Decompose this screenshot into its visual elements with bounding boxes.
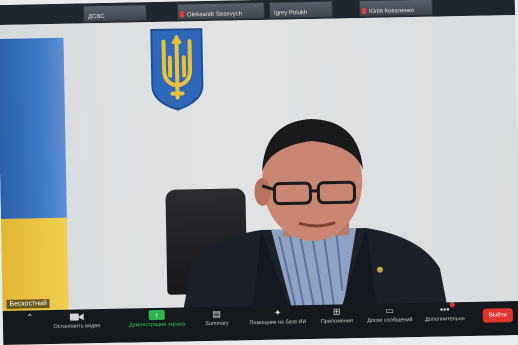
mute-button[interactable]: ⌃: [15, 312, 45, 325]
apps-label: Приложения: [320, 318, 354, 325]
whiteboards-button[interactable]: ▭ Доски сообщений: [363, 305, 417, 324]
share-screen-label: Демонстрация экрана: [128, 321, 186, 329]
share-screen-button[interactable]: ↑ Демонстрация экрана: [121, 309, 193, 329]
more-button[interactable]: ••• Дополнительно: [421, 302, 469, 323]
sparkle-icon: ✦: [273, 307, 282, 318]
notification-dot: [449, 302, 455, 308]
active-speaker-video[interactable]: Бескостний: [0, 15, 518, 313]
speaker-name-label: Бескостний: [6, 299, 51, 309]
leave-button[interactable]: Выйти: [482, 308, 513, 323]
mute-label: [15, 324, 45, 325]
ai-companion-button[interactable]: ✦ Помощник на базе ИИ: [247, 307, 309, 327]
stop-video-label: Остановить видео: [53, 323, 101, 330]
participant-name: Oleksandr Sesevych: [186, 11, 243, 19]
ukraine-flag: [0, 37, 69, 313]
summary-button[interactable]: ▤ Summary: [199, 308, 235, 327]
flag-blue-stripe: [0, 37, 67, 219]
apps-button[interactable]: ⊞ Приложения: [315, 306, 359, 325]
muted-mic-icon: [179, 11, 185, 18]
participant-name: ДСВС: [87, 13, 105, 21]
participant-thumbnail[interactable]: Igrey Polukh: [268, 0, 334, 19]
chevron-up-icon: ⌃: [25, 312, 34, 323]
share-screen-icon: ↑: [148, 309, 165, 321]
zoom-meeting-window: ДСВС Oleksandr Sesevych Igrey Polukh Юлі…: [0, 0, 518, 345]
more-label: Дополнительно: [425, 316, 465, 323]
video-camera-icon: [69, 311, 84, 321]
whiteboard-icon: ▭: [385, 305, 395, 316]
speaker-figure: [182, 118, 448, 313]
participant-thumbnail[interactable]: Oleksandr Sesevych: [176, 1, 266, 21]
participant-thumbnail[interactable]: Юлія Коваленко: [358, 0, 434, 18]
stop-video-button[interactable]: Остановить видео: [47, 311, 107, 330]
more-icon: •••: [438, 302, 455, 315]
participant-name: Igrey Polukh: [273, 10, 308, 17]
participant-name: Юлія Коваленко: [368, 7, 415, 15]
trident-emblem-icon: [150, 28, 204, 111]
summary-icon: ▤: [212, 308, 222, 319]
participant-thumbnail[interactable]: ДСВС: [82, 4, 148, 23]
whiteboards-label: Доски сообщений: [367, 317, 413, 324]
muted-mic-icon: [361, 7, 367, 14]
apps-icon: ⊞: [332, 306, 341, 317]
ai-companion-label: Помощник на базе ИИ: [249, 319, 307, 327]
summary-label: Summary: [205, 320, 229, 328]
